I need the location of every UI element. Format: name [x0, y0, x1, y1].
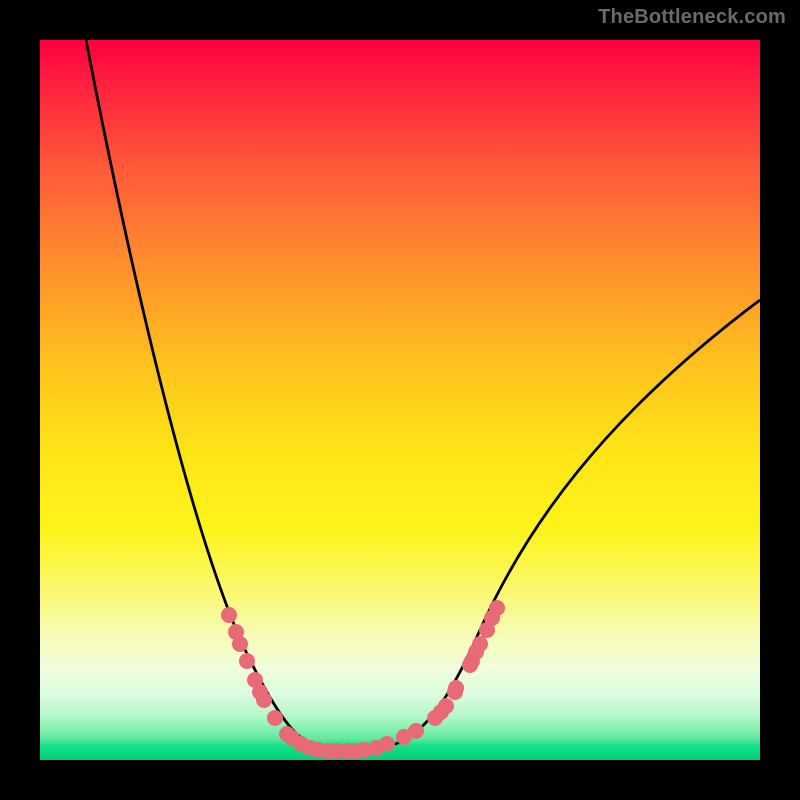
data-point-dot	[221, 607, 237, 623]
data-point-dot	[489, 600, 505, 616]
watermark-text: TheBottleneck.com	[598, 6, 786, 29]
data-point-dot	[438, 698, 454, 714]
data-point-dot	[379, 736, 395, 752]
curve-data-dots	[221, 600, 505, 759]
data-point-dot	[472, 636, 488, 652]
data-point-dot	[448, 680, 464, 696]
data-point-dot	[256, 692, 272, 708]
data-point-dot	[267, 710, 283, 726]
chart-svg	[40, 40, 760, 760]
data-point-dot	[232, 636, 248, 652]
data-point-dot	[408, 723, 424, 739]
bottleneck-curve-line	[86, 40, 760, 751]
data-point-dot	[239, 653, 255, 669]
